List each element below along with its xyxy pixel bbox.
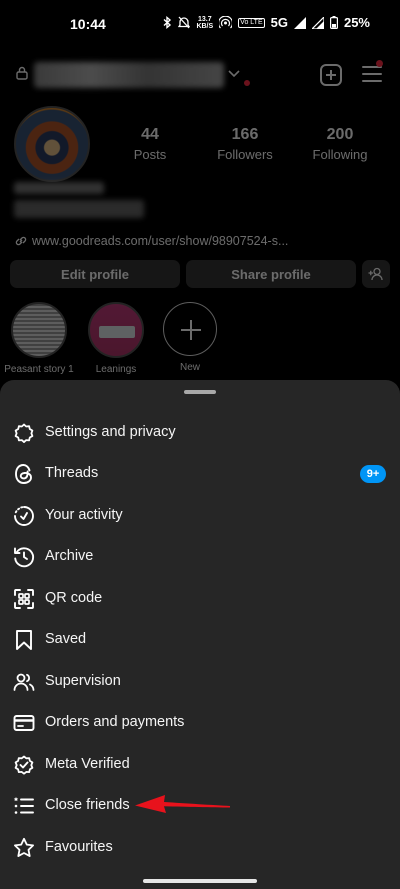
activity-icon [12,504,36,528]
supervision-icon [12,670,36,694]
followers-label: Followers [217,147,273,162]
menu-item-label: Threads [45,465,99,481]
highlight-cover [88,302,144,358]
bluetooth-icon [163,16,172,29]
menu-item-label: Saved [45,631,87,647]
stat-posts[interactable]: 44 Posts [105,126,195,162]
close-friends-icon [12,794,36,818]
home-indicator[interactable] [143,879,257,883]
network-type: 5G [270,15,288,30]
menu-item-label: Settings and privacy [45,424,176,440]
menu-item-favourites[interactable]: Favourites [0,828,400,868]
battery-percent: 25% [343,15,370,30]
share-profile-button[interactable]: Share profile [186,260,356,288]
status-time: 10:44 [70,16,106,32]
menu-item-label: Favourites [45,839,113,855]
net-speed-unit: KB/S [196,22,214,30]
lock-icon [16,66,28,80]
menu-item-label: Supervision [45,673,121,689]
menu-notification-dot [376,60,383,67]
profile-avatar[interactable] [14,106,90,182]
bookmark-icon [12,628,36,652]
menu-item-label: Your activity [45,507,123,523]
highlight-label: Peasant story 1 [4,364,74,375]
highlight-label: Leanings [95,364,137,375]
highlight-label: New [179,362,200,373]
highlight-peasant-story[interactable]: Peasant story 1 [1,302,77,375]
signal-icon [293,16,306,29]
settings-icon [12,421,36,445]
profile-buttons: Edit profile Share profile [10,260,390,288]
net-speed-value: 13.7 [197,15,212,23]
menu-item-label: QR code [45,590,103,606]
annotation-arrow-icon [135,795,230,813]
posts-label: Posts [133,147,167,162]
menu-item-label: Close friends [45,797,130,813]
following-count: 200 [326,126,354,143]
threads-notification-badge: 9+ [360,465,386,483]
mute-bell-icon [178,16,191,29]
add-person-icon [368,267,383,281]
qr-code-icon [12,587,36,611]
signal-icon-2 [311,16,324,29]
battery-icon [329,16,338,29]
menu-item-orders-payments[interactable]: Orders and payments [0,703,400,743]
highlight-leanings[interactable]: Leanings [78,302,154,375]
bio-redacted [14,200,144,218]
followers-count: 166 [231,126,259,143]
archive-icon [12,545,36,569]
volte-badge: Vo LTE [238,17,265,28]
name-redacted [14,182,104,194]
following-label: Following [312,147,368,162]
profile-link-text: www.goodreads.com/user/show/98907524-s..… [32,234,289,248]
add-highlight-icon [163,302,217,356]
highlight-new[interactable]: New [152,302,228,373]
profile-link[interactable]: www.goodreads.com/user/show/98907524-s..… [14,234,288,248]
options-bottom-sheet: Settings and privacy Threads 9+ Your act… [0,380,400,889]
account-notification-dot [244,80,250,86]
profile-background: 44 Posts 166 Followers 200 Following www… [0,50,400,380]
stat-followers[interactable]: 166 Followers [200,126,290,162]
chevron-down-icon[interactable] [228,70,240,78]
menu-item-settings[interactable]: Settings and privacy [0,413,400,453]
discover-people-button[interactable] [362,260,390,288]
menu-item-qr-code[interactable]: QR code [0,579,400,619]
profile-stats: 44 Posts 166 Followers 200 Following [110,126,390,166]
menu-item-threads[interactable]: Threads 9+ [0,454,400,494]
hamburger-menu-icon[interactable] [362,66,382,84]
verified-icon [12,753,36,777]
threads-icon [12,462,36,486]
menu-item-label: Orders and payments [45,714,185,730]
profile-header [0,60,400,90]
story-highlights: Peasant story 1 Leanings New [0,302,400,380]
highlight-cover [11,302,67,358]
status-icons: 13.7 KB/S Vo LTE 5G 25% [163,15,370,30]
link-icon [15,236,27,246]
card-icon [12,711,36,735]
stat-following[interactable]: 200 Following [295,126,385,162]
menu-item-label: Meta Verified [45,756,130,772]
menu-item-saved[interactable]: Saved [0,620,400,660]
edit-profile-button[interactable]: Edit profile [10,260,180,288]
menu-item-archive[interactable]: Archive [0,537,400,577]
posts-count: 44 [141,126,159,143]
menu-item-meta-verified[interactable]: Meta Verified [0,745,400,785]
menu-item-your-activity[interactable]: Your activity [0,496,400,536]
username-redacted[interactable] [34,62,224,88]
status-bar: 10:44 13.7 KB/S Vo LTE 5G 25% [0,0,400,50]
create-post-icon[interactable] [320,64,342,86]
hotspot-icon [219,16,233,29]
net-speed: 13.7 KB/S [196,16,213,30]
menu-item-supervision[interactable]: Supervision [0,662,400,702]
star-icon [12,836,36,860]
menu-item-label: Archive [45,548,94,564]
sheet-drag-handle[interactable] [184,390,216,394]
